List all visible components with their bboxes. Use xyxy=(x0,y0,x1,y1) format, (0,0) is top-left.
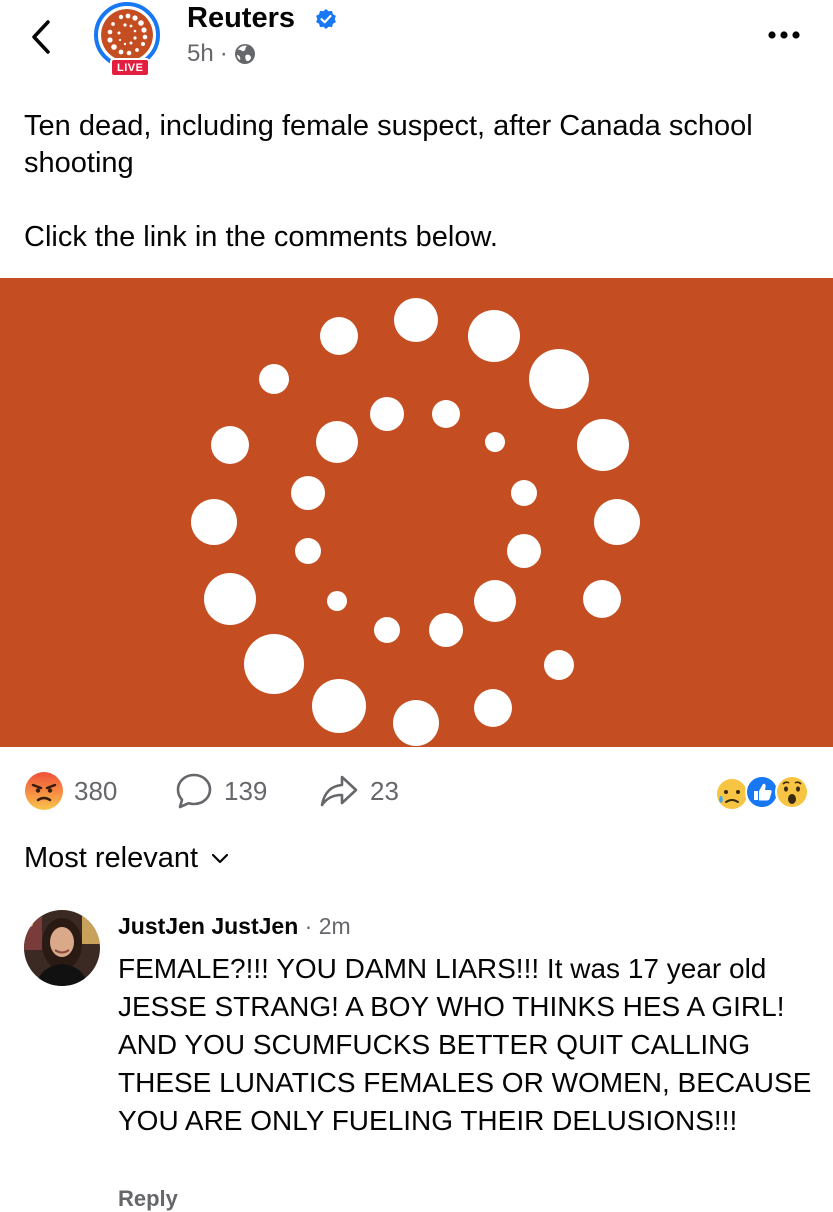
comment-author[interactable]: JustJen JustJen xyxy=(118,913,298,939)
angry-reaction-icon xyxy=(25,772,63,810)
comments-count-button[interactable]: 139 xyxy=(174,770,267,812)
reuters-logo-icon xyxy=(101,9,153,61)
reaction-summary[interactable] xyxy=(712,772,812,812)
comment-reply-button[interactable]: Reply xyxy=(118,1186,178,1212)
verified-badge-icon xyxy=(316,9,336,29)
chevron-down-icon xyxy=(211,853,229,863)
shares-count: 23 xyxy=(370,775,399,806)
post-time[interactable]: 5h xyxy=(187,40,214,68)
reuters-logo-graphic xyxy=(191,298,640,746)
globe-icon xyxy=(234,44,255,64)
post-meta: 5h · xyxy=(187,40,256,68)
reactions-count-button[interactable]: 380 xyxy=(24,770,117,812)
comment-text: FEMALE?!!! YOU DAMN LIARS!!! It was 17 y… xyxy=(118,953,812,1136)
post-cta: Click the link in the comments below. xyxy=(24,221,498,253)
page-avatar[interactable]: LIVE xyxy=(94,2,170,78)
more-options-button[interactable] xyxy=(764,20,808,50)
page-name[interactable]: Reuters xyxy=(187,0,295,36)
comment-author-line: JustJen JustJen · 2m xyxy=(118,912,351,940)
profile-photo xyxy=(24,910,100,986)
live-badge: LIVE xyxy=(110,58,151,77)
like-reaction-icon xyxy=(745,775,779,809)
more-options-icon xyxy=(768,31,800,39)
shares-count-button[interactable]: 23 xyxy=(318,770,399,812)
meta-separator: · xyxy=(219,40,228,67)
sort-label: Most relevant xyxy=(24,842,199,874)
comment-sort-dropdown[interactable]: Most relevant xyxy=(24,842,230,875)
back-arrow-icon xyxy=(32,20,50,54)
reactions-count: 380 xyxy=(74,775,118,806)
commenter-avatar[interactable] xyxy=(24,910,100,986)
comment-time[interactable]: 2m xyxy=(319,913,351,939)
post-headline: Ten dead, including female suspect, afte… xyxy=(24,110,753,179)
post-image[interactable] xyxy=(0,278,833,747)
comment-separator: · xyxy=(304,913,313,939)
share-arrow-icon xyxy=(320,775,358,807)
post-text: Ten dead, including female suspect, afte… xyxy=(24,108,804,256)
sad-reaction-icon xyxy=(715,777,749,811)
back-button[interactable] xyxy=(22,14,62,60)
comment-bubble-icon xyxy=(176,773,212,809)
wow-reaction-icon xyxy=(775,775,809,809)
comments-count: 139 xyxy=(224,775,268,806)
